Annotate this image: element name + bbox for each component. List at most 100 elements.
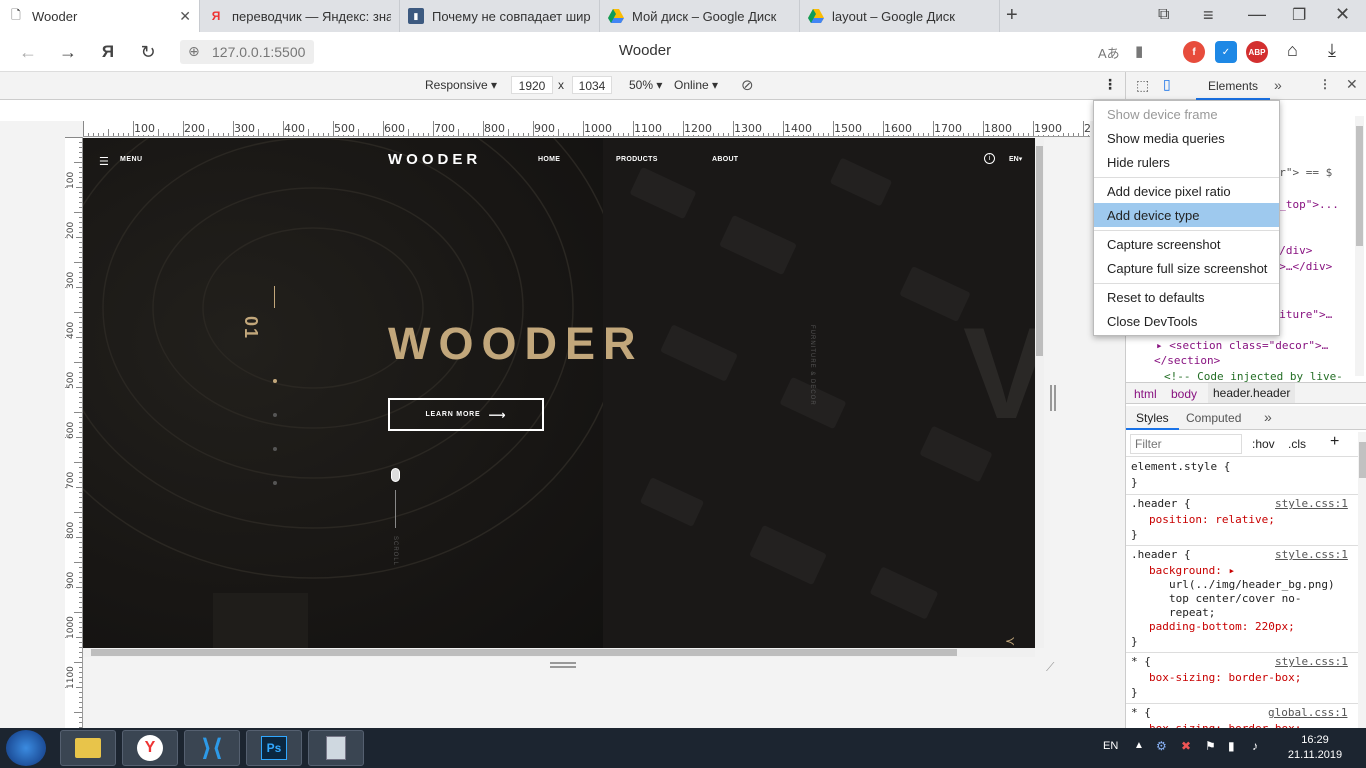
new-tab-icon[interactable]: + [1006,4,1018,27]
vscode-icon[interactable]: ⟩⟨ [184,730,240,766]
tray-flag-icon[interactable]: ⚑ [1205,739,1216,753]
tab-wooder[interactable]: 🗋 Wooder ✕ [0,0,200,32]
calculator-icon[interactable] [308,730,364,766]
style-rule-selector[interactable]: .header { [1131,548,1191,561]
devtools-close-icon[interactable]: ✕ [1346,76,1358,93]
tray-volume-icon[interactable]: ♪ [1252,739,1258,753]
device-mode-select[interactable]: Responsive ▾ [425,78,497,92]
more-tabs-icon[interactable]: » [1274,77,1282,93]
scrollbar-thumb[interactable] [1356,126,1363,246]
window-close-icon[interactable]: ✕ [1335,4,1350,25]
slide-dot[interactable] [273,447,277,451]
cls-toggle[interactable]: .cls [1288,437,1306,451]
inspect-icon[interactable]: ⬚ [1136,77,1149,94]
site-logo[interactable]: WOODER [388,151,481,168]
style-rule-selector[interactable]: * { [1131,655,1151,668]
style-declaration[interactable]: box-sizing: border-box; [1149,671,1301,684]
menu-hide-rulers[interactable]: Hide rulers [1094,150,1279,174]
vertical-scrollbar[interactable] [1035,138,1044,648]
scrollbar-thumb[interactable] [91,649,957,656]
start-button-icon[interactable] [6,730,46,766]
back-icon[interactable]: ← [16,40,40,64]
breadcrumb-html[interactable]: html [1134,387,1157,401]
tab-layout-drive[interactable]: layout – Google Диск [800,0,1000,32]
tray-network-error-icon[interactable]: ✖ [1181,739,1191,753]
menu-capture-full-size-screenshot[interactable]: Capture full size screenshot [1094,256,1279,280]
style-declaration-value[interactable]: top center/cover no- [1169,592,1301,605]
menu-reset-to-defaults[interactable]: Reset to defaults [1094,285,1279,309]
height-input[interactable]: 1034 [572,76,612,94]
bookmarks-icon[interactable]: ⧉ [1158,6,1169,24]
more-options-icon[interactable]: ⋮ [1103,76,1117,93]
menu-capture-screenshot[interactable]: Capture screenshot [1094,232,1279,256]
tab-yandex-translate[interactable]: Я переводчик — Яндекс: зна [200,0,400,32]
extension-chat-icon[interactable]: ⌂ [1287,40,1298,61]
tray-expand-icon[interactable]: ▲ [1134,740,1144,751]
width-input[interactable]: 1920 [511,76,553,94]
scrollbar-thumb[interactable] [1359,442,1366,478]
rotate-icon[interactable]: ⊘ [741,76,754,94]
horizontal-scrollbar[interactable] [83,648,1035,657]
share-icon[interactable]: ≺ [1005,634,1015,648]
menu-close-devtools[interactable]: Close DevTools [1094,309,1279,333]
scrollbar-thumb[interactable] [1036,146,1043,356]
dom-line-section[interactable]: ▸ <section class="decor">… [1156,339,1328,352]
zoom-select[interactable]: 50% ▾ [629,78,662,92]
close-icon[interactable]: ✕ [179,8,191,25]
dom-line[interactable]: </section> [1154,354,1220,367]
file-explorer-icon[interactable] [60,730,116,766]
adblock-icon[interactable]: ABP [1246,41,1268,63]
menu-show-media-queries[interactable]: Show media queries [1094,126,1279,150]
breadcrumb-header[interactable]: header.header [1208,383,1296,403]
style-rule-selector[interactable]: .header { [1131,497,1191,510]
devtools-menu-icon[interactable]: ⋮ [1319,77,1331,91]
hov-toggle[interactable]: :hov [1252,437,1275,451]
style-source-link[interactable]: style.css:1 [1275,655,1348,668]
slide-dot[interactable] [273,413,277,417]
style-rule-selector[interactable]: * { [1131,706,1151,719]
yandex-icon[interactable]: Я [96,40,120,64]
slide-dot[interactable] [273,481,277,485]
device-toggle-icon[interactable]: ▯ [1163,76,1171,93]
styles-scrollbar[interactable] [1358,432,1366,728]
tab-styles[interactable]: Styles [1126,406,1179,430]
nav-home[interactable]: HOME [538,156,560,163]
minimize-icon[interactable]: — [1248,4,1266,25]
nav-about[interactable]: ABOUT [712,156,738,163]
reload-icon[interactable]: ↻ [136,40,160,64]
style-source-link[interactable]: style.css:1 [1275,497,1348,510]
more-tabs-icon[interactable]: » [1264,409,1272,425]
style-source-link[interactable]: style.css:1 [1275,548,1348,561]
menu-icon[interactable]: ≡ [1203,5,1214,26]
tab-stackoverflow[interactable]: ▮ Почему не совпадает шир [400,0,600,32]
keyboard-language[interactable]: EN [1103,740,1118,752]
download-icon[interactable]: ⤓ [1328,40,1336,61]
style-declaration[interactable]: background: ▸ [1149,564,1235,577]
bookmark-icon[interactable]: ▮ [1135,42,1143,60]
styles-filter-input[interactable] [1130,434,1242,454]
learn-more-button[interactable]: LEARN MORE ⟶ [388,398,544,431]
tab-google-drive[interactable]: Мой диск – Google Диск [600,0,800,32]
slide-dot-active[interactable] [273,379,277,383]
resize-handle-right[interactable] [1050,385,1056,411]
resize-corner-icon[interactable]: ⟋ [1046,660,1054,675]
style-declaration[interactable]: position: relative; [1149,513,1275,526]
add-rule-icon[interactable]: + [1330,433,1339,451]
dom-scrollbar[interactable] [1355,116,1364,376]
hamburger-icon[interactable]: ☰ [99,155,109,168]
extension-shield-icon[interactable]: ✓ [1215,41,1237,63]
info-icon[interactable]: i [984,153,995,164]
resize-handle-bottom[interactable] [550,662,576,668]
translate-icon[interactable]: Aあ [1098,43,1120,62]
tray-signal-icon[interactable]: ▮ [1228,739,1235,753]
network-select[interactable]: Online ▾ [674,78,718,92]
breadcrumb-body[interactable]: body [1171,387,1197,401]
tab-computed[interactable]: Computed [1186,411,1241,425]
menu-add-device-pixel-ratio[interactable]: Add device pixel ratio [1094,179,1279,203]
style-declaration[interactable]: padding-bottom: 220px; [1149,620,1295,633]
yandex-browser-icon[interactable]: Y [122,730,178,766]
style-source-link[interactable]: global.css:1 [1268,706,1347,719]
restore-icon[interactable]: ❐ [1292,5,1306,25]
photoshop-icon[interactable]: Ps [246,730,302,766]
style-rule-selector[interactable]: element.style { [1131,460,1230,473]
